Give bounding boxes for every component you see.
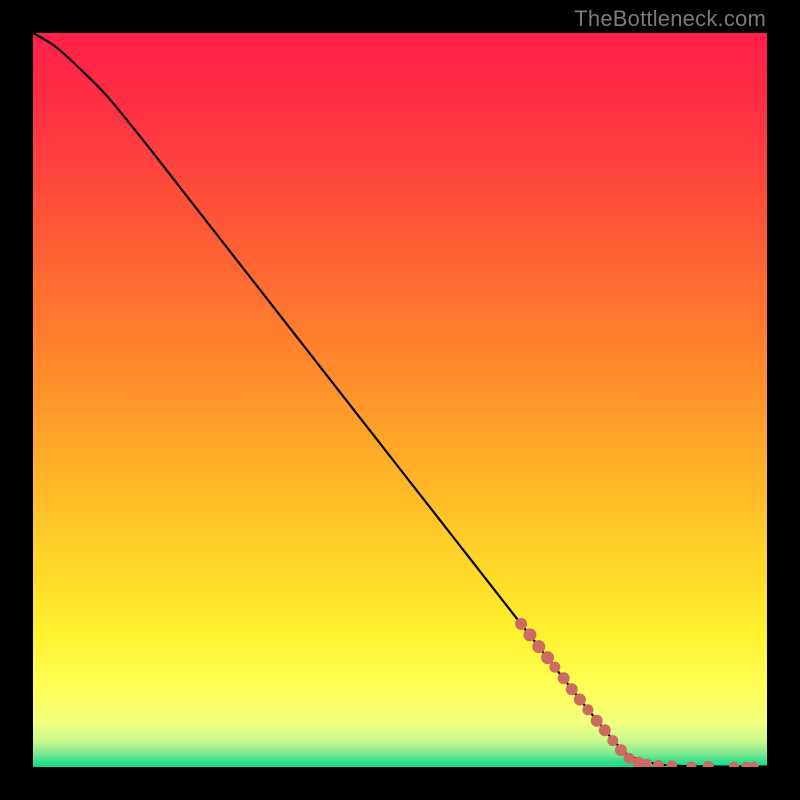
marker-dot [566,683,578,695]
marker-dot [523,628,536,641]
marker-dot [599,724,611,736]
chart-stage: TheBottleneck.com [0,0,800,800]
marker-dot [607,735,618,746]
plot-area [33,33,767,767]
watermark-text: TheBottleneck.com [574,6,766,32]
marker-dot [541,651,554,664]
gradient-background [33,33,767,767]
marker-dot [591,715,603,727]
marker-dot [558,672,570,684]
marker-dot [515,618,527,630]
chart-canvas [33,33,767,767]
marker-dot [532,640,545,653]
marker-dot [582,704,593,715]
marker-dot [549,662,560,673]
marker-dot [574,693,586,705]
